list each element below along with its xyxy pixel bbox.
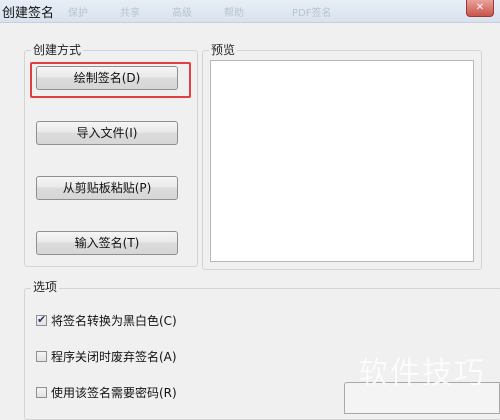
close-button[interactable]: ✕ xyxy=(466,0,494,17)
ghost-menu-item: PDF签名 xyxy=(292,8,332,19)
convert-bw-checkbox[interactable]: ✔ xyxy=(36,313,47,326)
require-password-label: 使用该签名需要密码(R) xyxy=(51,386,177,400)
ghost-menu-item: 高级 xyxy=(172,8,192,19)
convert-bw-label: 将签名转换为黑白色(C) xyxy=(51,314,177,328)
watermark-text: 软件技巧 xyxy=(358,356,486,391)
preview-area xyxy=(210,60,474,262)
title-bar: 创建签名 保护 共享 高级 帮助 PDF签名 ✕ xyxy=(0,0,500,23)
close-icon: ✕ xyxy=(475,2,485,13)
paste-clipboard-button[interactable]: 从剪贴板粘贴(P) xyxy=(36,176,178,200)
checkmark-icon: ✔ xyxy=(37,313,47,326)
draw-signature-button[interactable]: 绘制签名(D) xyxy=(36,66,178,90)
import-file-button[interactable]: 导入文件(I) xyxy=(36,121,178,145)
type-signature-button[interactable]: 输入签名(T) xyxy=(36,231,178,255)
window-title: 创建签名 xyxy=(2,6,55,21)
discard-on-close-label: 程序关闭时废弃签名(A) xyxy=(51,350,177,364)
discard-on-close-checkbox[interactable] xyxy=(36,351,47,362)
ghost-menu-item: 共享 xyxy=(120,8,140,19)
require-password-checkbox[interactable] xyxy=(36,387,47,398)
options-label: 选项 xyxy=(31,278,60,295)
preview-label: 预览 xyxy=(209,41,238,58)
ghost-menu-item: 帮助 xyxy=(224,8,244,19)
create-method-label: 创建方式 xyxy=(31,41,84,58)
ghost-menu-item: 保护 xyxy=(68,8,88,19)
